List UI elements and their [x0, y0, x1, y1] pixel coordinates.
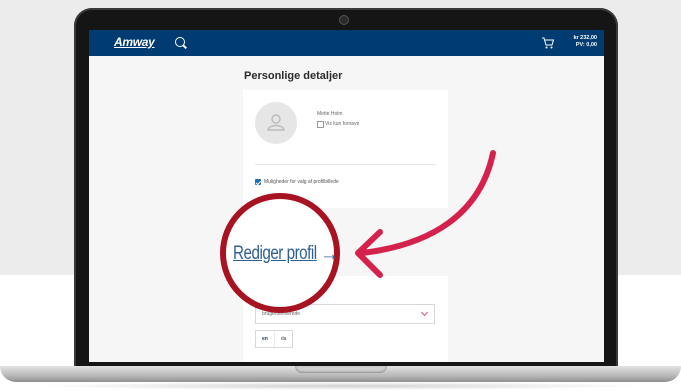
- pointer-arrow-icon: [355, 150, 496, 278]
